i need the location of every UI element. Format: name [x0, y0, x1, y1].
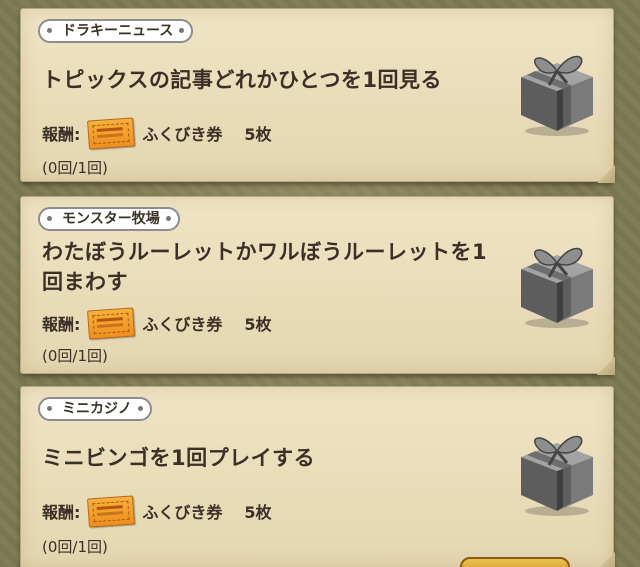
reward-item: ふくびき券 [142, 503, 223, 522]
reward-row: 報酬: ふくびき券 5枚 [42, 494, 272, 528]
reward-label: 報酬: [42, 125, 81, 144]
category-tag: ミニカジノ [38, 397, 152, 421]
mission-title: トピックスの記事どれかひとつを1回見る [42, 68, 443, 92]
mission-card[interactable]: ドラキーニュース トピックスの記事どれかひとつを1回見る 報酬: ふくびき券 5… [20, 8, 615, 183]
category-label: モンスター牧場 [62, 211, 160, 227]
progress-count: (0回/1回) [42, 347, 108, 365]
gift-box-icon [521, 247, 593, 328]
tag-dot-icon [137, 406, 143, 411]
ticket-icon [87, 494, 136, 528]
reward-count: 5枚 [244, 503, 272, 522]
tag-dot-icon [165, 216, 171, 221]
reward-item: ふくびき券 [142, 315, 223, 334]
mission-list: ドラキーニュース トピックスの記事どれかひとつを1回見る 報酬: ふくびき券 5… [0, 0, 640, 567]
reward-label: 報酬: [42, 503, 81, 522]
reward-item: ふくびき券 [142, 125, 223, 144]
mission-title: わたぼうルーレットかワルぼうルーレットを1回まわす [42, 240, 488, 294]
category-tag: ドラキーニュース [38, 19, 194, 43]
bottom-button[interactable] [460, 557, 570, 567]
category-label: ミニカジノ [62, 401, 132, 417]
mission-card[interactable]: モンスター牧場 わたぼうルーレットかワルぼうルーレットを1回まわす 報酬: ふく… [20, 196, 615, 375]
tag-dot-icon [47, 216, 52, 221]
ticket-icon [87, 116, 136, 150]
reward-row: 報酬: ふくびき券 5枚 [42, 306, 272, 340]
gift-box-icon [521, 435, 593, 516]
category-tag: モンスター牧場 [38, 207, 180, 231]
reward-count: 5枚 [244, 125, 272, 144]
tag-dot-icon [47, 406, 52, 411]
mission-title: ミニビンゴを1回プレイする [42, 446, 316, 470]
reward-count: 5枚 [244, 315, 272, 334]
category-label: ドラキーニュース [62, 23, 174, 39]
reward-row: 報酬: ふくびき券 5枚 [42, 116, 272, 150]
reward-label: 報酬: [42, 315, 81, 334]
tag-dot-icon [179, 28, 185, 33]
ticket-icon [87, 306, 136, 340]
gift-box-icon [521, 55, 593, 136]
progress-count: (0回/1回) [42, 538, 108, 556]
progress-count: (0回/1回) [42, 159, 108, 177]
mission-card[interactable]: ミニカジノ ミニビンゴを1回プレイする 報酬: ふくびき券 5枚 (0回/1回) [20, 386, 615, 567]
tag-dot-icon [47, 28, 52, 33]
